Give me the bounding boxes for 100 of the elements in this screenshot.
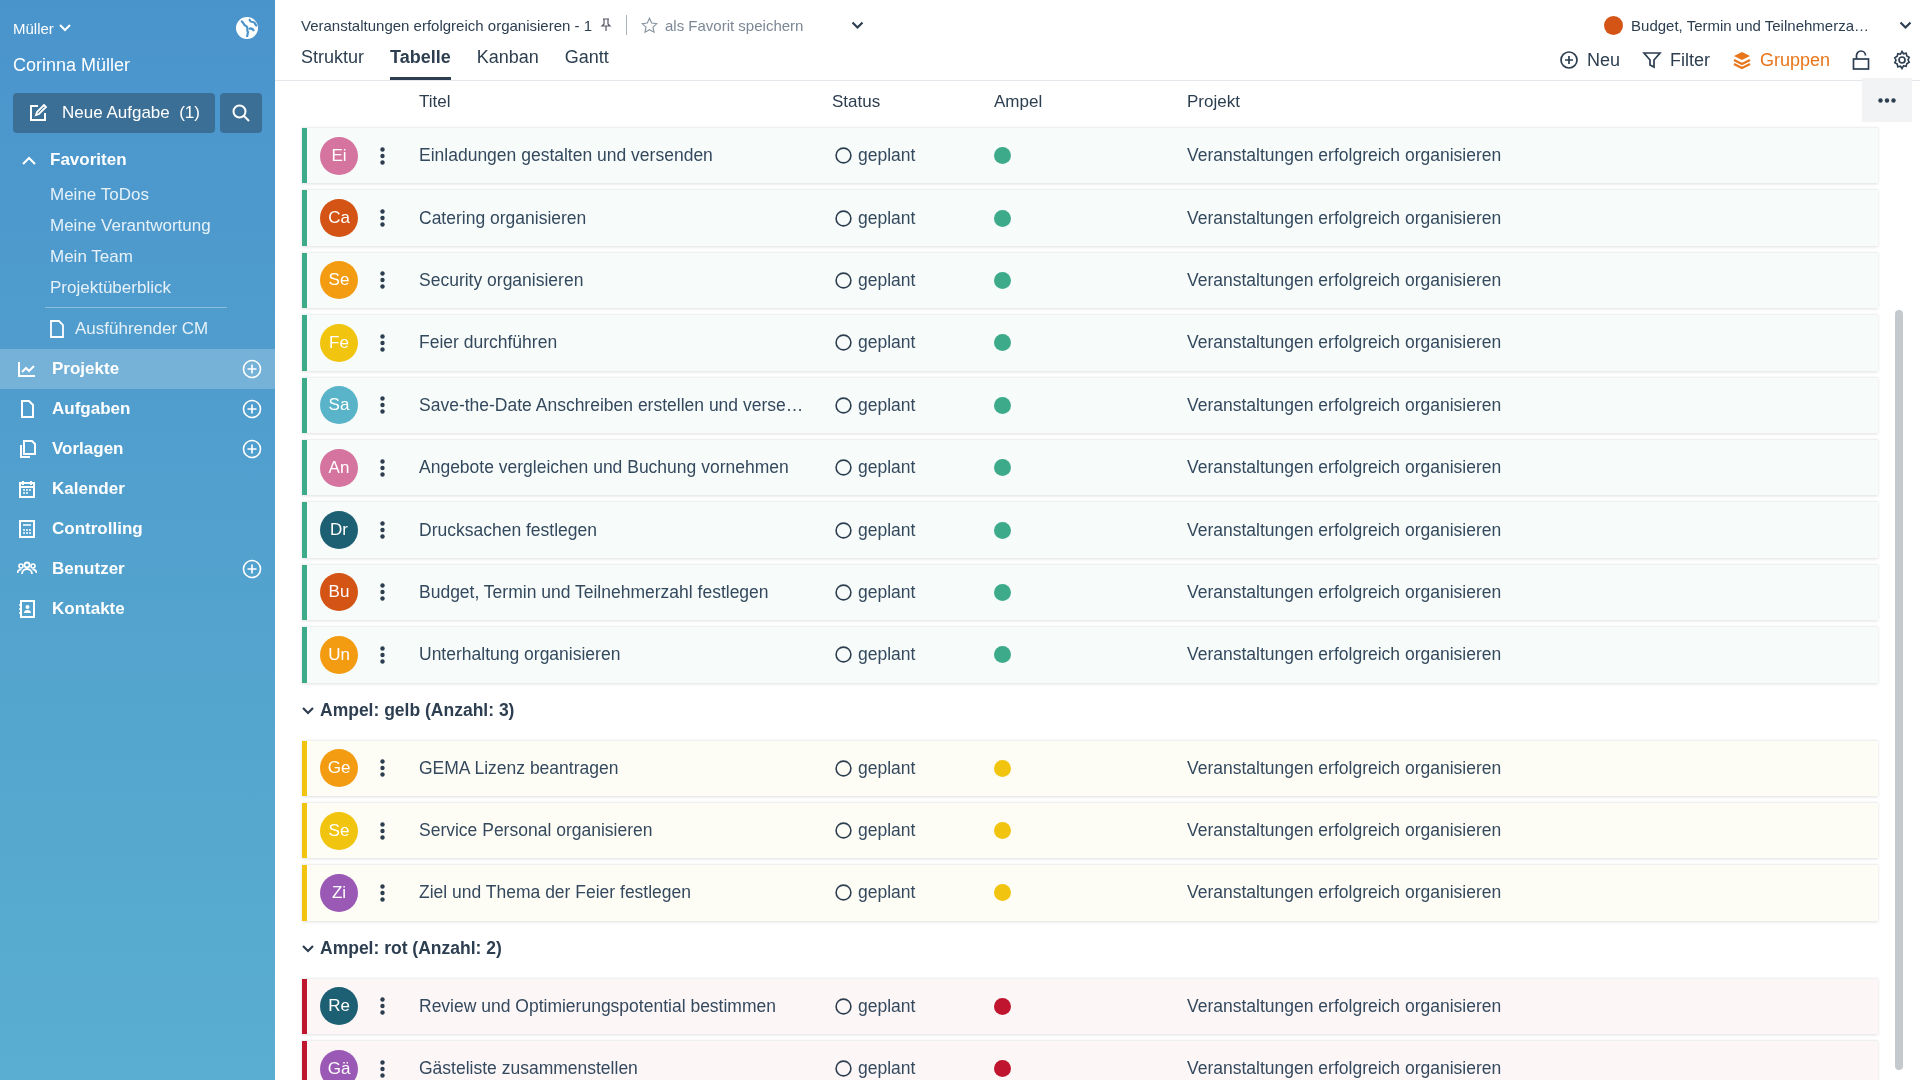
pin-icon[interactable] (600, 18, 612, 32)
avatar: Dr (320, 511, 358, 550)
task-row[interactable]: Fe Feier durchführen geplant Veranstaltungen erfolgreich organisieren (302, 314, 1878, 371)
view-tab[interactable]: Tabelle (390, 44, 451, 80)
project-name: Veranstaltungen erfolgreich organisieren (1187, 882, 1503, 904)
add-icon[interactable] (242, 439, 262, 459)
copy-icon (17, 439, 37, 459)
project-name: Veranstaltungen erfolgreich organisieren (1187, 145, 1503, 167)
status-text: geplant (858, 820, 916, 842)
task-row[interactable]: Un Unterhaltung organisieren geplant Veranstaltungen erfolgreich organisieren (302, 626, 1878, 683)
settings-button[interactable] (1892, 50, 1912, 70)
status-text: geplant (858, 207, 916, 229)
new-task-button[interactable]: Neue Aufgabe (1) (13, 93, 215, 133)
task-title[interactable]: Ziel und Thema der Feier festlegen (419, 882, 832, 904)
chevron-icon (302, 706, 314, 715)
contact-card-icon (17, 599, 37, 619)
avatar: An (320, 448, 358, 487)
filter-icon (1641, 50, 1662, 70)
status-circle-icon (835, 271, 852, 289)
group-header[interactable]: Ampel: rot (Anzahl: 2) (302, 925, 502, 972)
status-circle-icon (835, 759, 852, 777)
save-favorite-button[interactable]: als Favorit speichern (641, 16, 804, 34)
status-circle-icon (835, 459, 852, 477)
task-title[interactable]: GEMA Lizenz beantragen (419, 757, 832, 779)
task-row[interactable]: Ei Einladungen gestalten und versenden geplant Veranstaltungen erfolgreich organisieren (302, 127, 1878, 184)
column-header[interactable]: Ampel (994, 92, 1043, 112)
avatar: Zi (320, 874, 358, 912)
avatar: Un (320, 635, 358, 674)
status-stripe (302, 315, 307, 371)
chevron-down-icon[interactable] (851, 20, 865, 30)
chart-icon (17, 359, 37, 379)
project-name: Veranstaltungen erfolgreich organisieren (1187, 1058, 1503, 1080)
task-row[interactable]: Dr Drucksachen festlegen geplant Veranstaltungen erfolgreich organisieren (302, 501, 1878, 558)
avatar: Fe (320, 323, 358, 362)
avatar: Ei (320, 136, 358, 175)
status-circle-icon (835, 884, 852, 902)
view-tab[interactable]: Kanban (476, 44, 539, 80)
task-title[interactable]: Feier durchführen (419, 332, 832, 354)
task-title[interactable]: Angebote vergleichen und Buchung vornehmen (419, 457, 832, 479)
task-row[interactable]: Re Review und Optimierungspotential bestimmen geplant Veranstaltungen erfolgreich organisieren (302, 977, 1878, 1035)
status-circle-icon (835, 521, 852, 539)
status-circle-icon (835, 334, 852, 352)
status-text: geplant (858, 1058, 916, 1080)
status-circle-icon (835, 209, 852, 227)
globe-icon[interactable] (235, 16, 259, 40)
avatar: Se (320, 811, 358, 850)
status-circle-icon (835, 583, 852, 601)
project-name: Veranstaltungen erfolgreich organisieren (1187, 394, 1503, 416)
task-row[interactable]: Sa Save-the-Date Anschreiben erstellen und verse… geplant Veranstaltungen erfolgreich organisieren (302, 376, 1878, 433)
status-text: geplant (858, 644, 916, 666)
status-stripe (302, 128, 307, 184)
group-header[interactable]: Ampel: gelb (Anzahl: 3) (302, 687, 515, 734)
toolbar-button[interactable]: Filter (1641, 49, 1710, 71)
status-stripe (302, 190, 307, 246)
view-tab[interactable]: Gantt (564, 44, 609, 80)
task-title[interactable]: Review und Optimierungspotential bestimmen (419, 995, 832, 1017)
toolbar-button[interactable]: Neu (1558, 49, 1620, 71)
task-title[interactable]: Unterhaltung organisieren (419, 644, 832, 666)
chevron-icon (302, 944, 314, 953)
task-row[interactable]: Zi Ziel und Thema der Feier festlegen geplant Veranstaltungen erfolgreich organisieren (302, 864, 1878, 921)
layers-icon (1731, 50, 1752, 70)
project-name: Veranstaltungen erfolgreich organisieren (1187, 332, 1503, 354)
task-title[interactable]: Drucksachen festlegen (419, 519, 832, 541)
lock-button[interactable] (1852, 50, 1870, 70)
task-title[interactable]: Budget, Termin und Teilnehmerzahl festlegen (419, 581, 832, 603)
search-button[interactable] (220, 93, 262, 133)
document-icon (50, 320, 64, 338)
task-title[interactable]: Service Personal organisieren (419, 820, 832, 842)
status-text: geplant (858, 519, 916, 541)
task-row[interactable]: Se Service Personal organisieren geplant Veranstaltungen erfolgreich organisieren (302, 801, 1878, 859)
task-row[interactable]: An Angebote vergleichen und Buchung vornehmen geplant Veranstaltungen erfolgreich organisieren (302, 438, 1878, 496)
task-title[interactable]: Save-the-Date Anschreiben erstellen und verse… (419, 394, 832, 416)
avatar: Se (320, 261, 358, 300)
column-header[interactable]: Projekt (1187, 92, 1240, 112)
column-header[interactable]: Titel (419, 92, 451, 112)
status-text: geplant (858, 332, 916, 354)
status-text: geplant (858, 269, 916, 291)
task-row[interactable]: Se Security organisieren geplant Veranstaltungen erfolgreich organisieren (302, 251, 1878, 309)
task-row[interactable]: Ca Catering organisieren geplant Veranstaltungen erfolgreich organisieren (302, 189, 1878, 246)
status-stripe (302, 740, 307, 796)
avatar: Bu (320, 573, 358, 612)
task-title[interactable]: Security organisieren (419, 269, 832, 291)
view-tab[interactable]: Struktur (301, 44, 365, 80)
column-header[interactable]: Status (832, 92, 881, 112)
status-stripe (302, 252, 307, 309)
star-icon (641, 16, 658, 34)
task-title[interactable]: Catering organisieren (419, 207, 832, 229)
search-icon (232, 104, 250, 122)
status-stripe (302, 439, 307, 496)
add-icon[interactable] (242, 399, 262, 419)
task-row[interactable]: Ge GEMA Lizenz beantragen geplant Veranstaltungen erfolgreich organisieren (302, 739, 1878, 796)
scrollbar[interactable] (1895, 310, 1903, 1070)
task-row[interactable]: Bu Budget, Termin und Teilnehmerzahl festlegen geplant Veranstaltungen erfolgreich organisieren (302, 563, 1878, 621)
task-title[interactable]: Gästeliste zusammenstellen (419, 1058, 832, 1080)
chevron-down-icon (58, 24, 71, 32)
task-row[interactable]: Gä Gästeliste zusammenstellen geplant Veranstaltungen erfolgreich organisieren (302, 1040, 1878, 1080)
project-name: Veranstaltungen erfolgreich organisieren (1187, 581, 1503, 603)
add-icon[interactable] (242, 559, 262, 579)
task-title[interactable]: Einladungen gestalten und versenden (419, 145, 832, 167)
context-selector[interactable]: Budget, Termin und Teilnehmerza… (1604, 13, 1912, 37)
